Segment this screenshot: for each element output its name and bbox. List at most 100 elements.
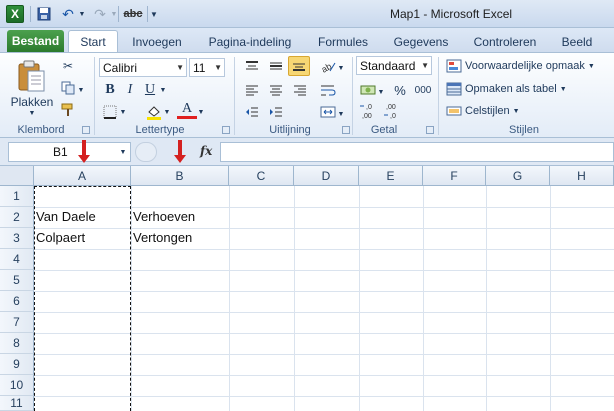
wrap-text-icon[interactable] — [318, 81, 338, 99]
paste-dropdown-icon[interactable]: ▼ — [26, 109, 38, 117]
row-header-6[interactable]: 6 — [0, 291, 34, 312]
column-header-h[interactable]: H — [550, 166, 614, 186]
paste-button[interactable]: Plakken — [10, 95, 54, 109]
tab-beeld[interactable]: Beeld — [556, 32, 598, 52]
customize-toolbar-icon[interactable]: ▼ — [149, 5, 159, 23]
conditional-format-icon[interactable] — [444, 57, 464, 75]
row-header-9[interactable]: 9 — [0, 354, 34, 375]
row-header-11[interactable]: 11 — [0, 396, 34, 411]
row-header-4[interactable]: 4 — [0, 249, 34, 270]
clipboard-launcher-icon[interactable] — [82, 126, 90, 134]
copy-dropdown-icon[interactable]: ▼ — [76, 81, 86, 99]
merge-dropdown-icon[interactable]: ▼ — [336, 105, 346, 123]
cell-a2[interactable]: Van Daele — [34, 207, 96, 227]
cell-b2[interactable]: Verhoeven — [131, 207, 195, 227]
row-header-7[interactable]: 7 — [0, 312, 34, 333]
cell-a3[interactable]: Colpaert — [34, 228, 85, 248]
chevron-down-icon: ▼ — [176, 63, 184, 72]
align-left-icon[interactable] — [242, 81, 262, 99]
row-header-1[interactable]: 1 — [0, 186, 34, 207]
formula-input[interactable] — [220, 142, 614, 162]
svg-text:,0: ,0 — [390, 113, 396, 120]
bold-button[interactable]: B — [100, 81, 120, 99]
gridline — [423, 186, 424, 411]
column-header-d[interactable]: D — [294, 166, 359, 186]
worksheet-grid[interactable]: A B C D E F G H 1 2 3 4 5 6 7 8 9 10 11 … — [0, 166, 614, 411]
align-bottom-icon[interactable] — [288, 56, 310, 76]
align-middle-icon[interactable] — [266, 57, 286, 75]
increase-decimal-icon[interactable]: ,0,00 — [358, 101, 378, 121]
alignment-launcher-icon[interactable] — [342, 126, 350, 134]
borders-dropdown-icon[interactable]: ▼ — [118, 103, 128, 121]
annotation-arrow-a-icon — [78, 155, 90, 163]
tab-invoegen[interactable]: Invoegen — [126, 32, 188, 52]
paste-icon[interactable] — [14, 57, 48, 97]
column-header-a[interactable]: A — [34, 166, 131, 186]
tab-start[interactable]: Start — [68, 30, 118, 53]
save-icon[interactable] — [36, 5, 52, 23]
increase-indent-icon[interactable] — [266, 103, 286, 121]
redo-dropdown-icon[interactable]: ▼ — [110, 5, 118, 23]
orientation-icon[interactable]: ab — [318, 57, 338, 75]
font-color-icon[interactable]: A — [177, 101, 197, 119]
format-as-table-button[interactable]: Opmaken als tabel ▼ — [465, 81, 585, 97]
undo-dropdown-icon[interactable]: ▼ — [78, 5, 86, 23]
row-header-10[interactable]: 10 — [0, 375, 34, 396]
tab-formules[interactable]: Formules — [310, 32, 376, 52]
cell-styles-icon[interactable] — [444, 102, 464, 120]
number-launcher-icon[interactable] — [426, 126, 434, 134]
number-format-select[interactable]: Standaard ▼ — [356, 56, 432, 75]
column-header-c[interactable]: C — [229, 166, 294, 186]
conditional-format-button[interactable]: Voorwaardelijke opmaak ▼ — [465, 58, 607, 74]
align-top-icon[interactable] — [242, 57, 262, 75]
column-header-e[interactable]: E — [359, 166, 423, 186]
underline-dropdown-icon[interactable]: ▼ — [158, 81, 168, 99]
borders-icon[interactable] — [100, 103, 120, 121]
italic-button[interactable]: I — [120, 81, 140, 99]
fill-color-dropdown-icon[interactable]: ▼ — [162, 103, 172, 121]
spelling-icon[interactable]: abc — [122, 5, 144, 23]
svg-text:ab: ab — [320, 61, 333, 73]
decrease-decimal-icon[interactable]: ,00,0 — [382, 101, 402, 121]
font-color-dropdown-icon[interactable]: ▼ — [196, 103, 206, 121]
percent-button[interactable]: % — [390, 81, 410, 99]
align-right-icon[interactable] — [290, 81, 310, 99]
select-all-corner[interactable] — [0, 166, 34, 186]
tab-gegevens[interactable]: Gegevens — [388, 32, 454, 52]
insert-function-icon[interactable]: fx — [200, 144, 212, 158]
name-box[interactable]: B1 — [8, 142, 131, 162]
tab-bestand[interactable]: Bestand — [7, 30, 64, 52]
title-bar: X ↶ ▼ ↷ ▼ abc ▼ Map1 - Microsoft Excel — [0, 0, 614, 28]
font-size-select[interactable]: 11 ▼ — [189, 58, 225, 77]
row-header-8[interactable]: 8 — [0, 333, 34, 354]
merge-center-icon[interactable] — [318, 103, 338, 121]
align-center-icon[interactable] — [266, 81, 286, 99]
cell-styles-button[interactable]: Celstijlen ▼ — [465, 103, 555, 119]
cell-b3[interactable]: Vertongen — [131, 228, 192, 248]
orientation-dropdown-icon[interactable]: ▼ — [336, 59, 346, 77]
column-header-f[interactable]: F — [423, 166, 486, 186]
name-box-dropdown-icon[interactable]: ▼ — [117, 147, 129, 157]
currency-dropdown-icon[interactable]: ▼ — [376, 83, 386, 101]
column-header-g[interactable]: G — [486, 166, 550, 186]
font-name-select[interactable]: Calibri ▼ — [99, 58, 187, 77]
underline-button[interactable]: U — [140, 81, 160, 99]
row-header-5[interactable]: 5 — [0, 270, 34, 291]
cut-icon[interactable]: ✂ — [58, 57, 78, 75]
decrease-indent-icon[interactable] — [242, 103, 262, 121]
fill-color-icon[interactable] — [144, 103, 164, 121]
format-as-table-icon[interactable] — [444, 80, 464, 98]
row-header-2[interactable]: 2 — [0, 207, 34, 228]
row-header-3[interactable]: 3 — [0, 228, 34, 249]
redo-icon[interactable]: ↷ — [90, 5, 110, 23]
tab-controleren[interactable]: Controleren — [464, 32, 546, 52]
currency-icon[interactable] — [358, 81, 378, 99]
thousands-button[interactable]: 000 — [412, 81, 434, 99]
tab-pagina-indeling[interactable]: Pagina-indeling — [200, 32, 300, 52]
copy-icon[interactable] — [58, 79, 78, 97]
font-launcher-icon[interactable] — [222, 126, 230, 134]
column-header-b[interactable]: B — [131, 166, 229, 186]
undo-icon[interactable]: ↶ — [58, 5, 78, 23]
format-painter-icon[interactable] — [58, 101, 78, 119]
excel-logo-icon[interactable]: X — [6, 5, 24, 23]
